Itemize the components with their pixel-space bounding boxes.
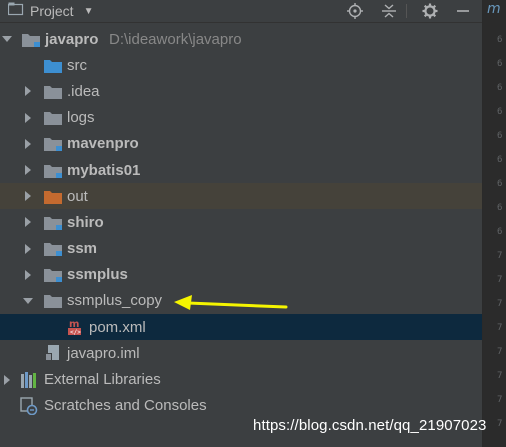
module-folder-icon — [44, 136, 62, 152]
tree-node-label: javapro — [45, 30, 99, 48]
tree-node-shiro[interactable]: shiro — [0, 209, 482, 235]
tree-node-label: out — [67, 187, 88, 205]
editor-gutter: m 6 6 6 6 6 6 6 6 6 7 7 7 7 7 7 7 7 — [482, 0, 506, 447]
chevron-down-icon[interactable]: ▼ — [84, 6, 94, 17]
libraries-icon — [20, 371, 38, 388]
folder-blue-icon — [44, 57, 62, 73]
tree-node-src[interactable]: src — [0, 52, 482, 78]
tree-node-pom-xml[interactable]: m </> pom.xml — [0, 314, 482, 341]
module-folder-icon — [44, 267, 62, 283]
gear-icon[interactable] — [422, 3, 438, 19]
editor-tab[interactable]: m — [487, 1, 501, 17]
tree-node-label: logs — [67, 109, 95, 127]
line-number: 7 — [497, 251, 503, 261]
folder-icon — [44, 83, 62, 99]
chevron-right-icon[interactable] — [23, 165, 33, 176]
chevron-right-icon[interactable] — [23, 243, 33, 254]
tree-node-idea[interactable]: .idea — [0, 78, 482, 104]
tree-node-label: ssmplus — [67, 266, 128, 284]
chevron-down-icon[interactable] — [23, 296, 33, 306]
chevron-right-icon[interactable] — [23, 217, 33, 228]
line-number: 6 — [497, 59, 503, 69]
tree-node-label: ssmplus_copy — [67, 292, 163, 310]
scratches-icon — [20, 397, 38, 415]
tree-node-javapro[interactable]: javapro D:\ideawork\javapro — [0, 26, 482, 52]
line-number: 6 — [497, 155, 503, 165]
module-folder-icon — [44, 162, 62, 178]
chevron-right-icon[interactable] — [23, 269, 33, 280]
tree-node-ssmplus[interactable]: ssmplus — [0, 262, 482, 288]
line-number: 6 — [497, 203, 503, 213]
tree-node-label: ssm — [67, 240, 98, 258]
chevron-right-icon[interactable] — [2, 374, 12, 385]
tree-node-label: mavenpro — [67, 135, 139, 153]
tree-node-label: pom.xml — [89, 318, 146, 336]
tree-node-label: shiro — [67, 213, 104, 231]
line-number: 7 — [497, 347, 503, 357]
tree-node-out[interactable]: out — [0, 183, 482, 210]
tree-node-label: mybatis01 — [67, 161, 141, 179]
view-selector[interactable]: Project ▼ — [7, 0, 94, 22]
collapse-all-icon[interactable] — [381, 3, 397, 19]
line-number: 7 — [497, 323, 503, 333]
line-number: 6 — [497, 83, 503, 93]
line-number: 7 — [497, 395, 503, 405]
toolbar-divider — [406, 4, 407, 18]
tree-node-label: javapro.iml — [67, 344, 140, 362]
line-number: 7 — [497, 275, 503, 285]
line-number: 7 — [497, 299, 503, 309]
tree-node-mybatis01[interactable]: mybatis01 — [0, 157, 482, 183]
project-tree: javapro D:\ideawork\javapro src .idea lo… — [0, 26, 482, 419]
line-number: 6 — [497, 179, 503, 189]
line-number: 7 — [497, 371, 503, 381]
folder-orange-icon — [44, 188, 62, 204]
chevron-right-icon[interactable] — [23, 112, 33, 123]
line-number: 6 — [497, 35, 503, 45]
minimize-icon[interactable] — [455, 3, 471, 19]
tree-node-mavenpro[interactable]: mavenpro — [0, 131, 482, 157]
panel-title: Project — [30, 3, 74, 19]
tree-node-label: .idea — [67, 82, 100, 100]
module-folder-icon — [44, 214, 62, 230]
watermark-url: https://blog.csdn.net/qq_21907023 — [253, 417, 487, 434]
tree-node-scratches[interactable]: Scratches and Consoles — [0, 393, 482, 419]
chevron-right-icon[interactable] — [23, 191, 33, 202]
tree-node-label: Scratches and Consoles — [44, 397, 207, 415]
svg-text:</>: </> — [70, 329, 81, 336]
folder-icon — [44, 110, 62, 126]
tree-node-label: External Libraries — [44, 371, 161, 389]
iml-file-icon — [44, 345, 62, 362]
target-icon[interactable] — [347, 3, 363, 19]
maven-file-icon: m </> — [66, 319, 84, 336]
tree-node-javapro-iml[interactable]: javapro.iml — [0, 340, 482, 366]
annotation-arrow — [174, 295, 288, 310]
line-number: 6 — [497, 131, 503, 141]
project-path: D:\ideawork\javapro — [109, 30, 242, 48]
line-number: 6 — [497, 227, 503, 237]
module-folder-icon — [22, 31, 40, 47]
tree-node-logs[interactable]: logs — [0, 105, 482, 131]
folder-icon — [44, 293, 62, 309]
project-view-icon — [7, 2, 24, 21]
chevron-right-icon[interactable] — [23, 86, 33, 97]
chevron-down-icon[interactable] — [2, 34, 12, 44]
tree-node-label: src — [67, 56, 87, 74]
project-panel-header: Project ▼ — [0, 0, 482, 23]
line-number: 7 — [497, 419, 503, 429]
tree-node-ssm[interactable]: ssm — [0, 236, 482, 262]
module-folder-icon — [44, 241, 62, 257]
line-number: 6 — [497, 107, 503, 117]
chevron-right-icon[interactable] — [23, 138, 33, 149]
tree-node-external-libraries[interactable]: External Libraries — [0, 366, 482, 392]
project-tool-window: Project ▼ m 6 6 6 6 6 6 6 6 6 7 7 7 7 7 … — [0, 0, 506, 447]
